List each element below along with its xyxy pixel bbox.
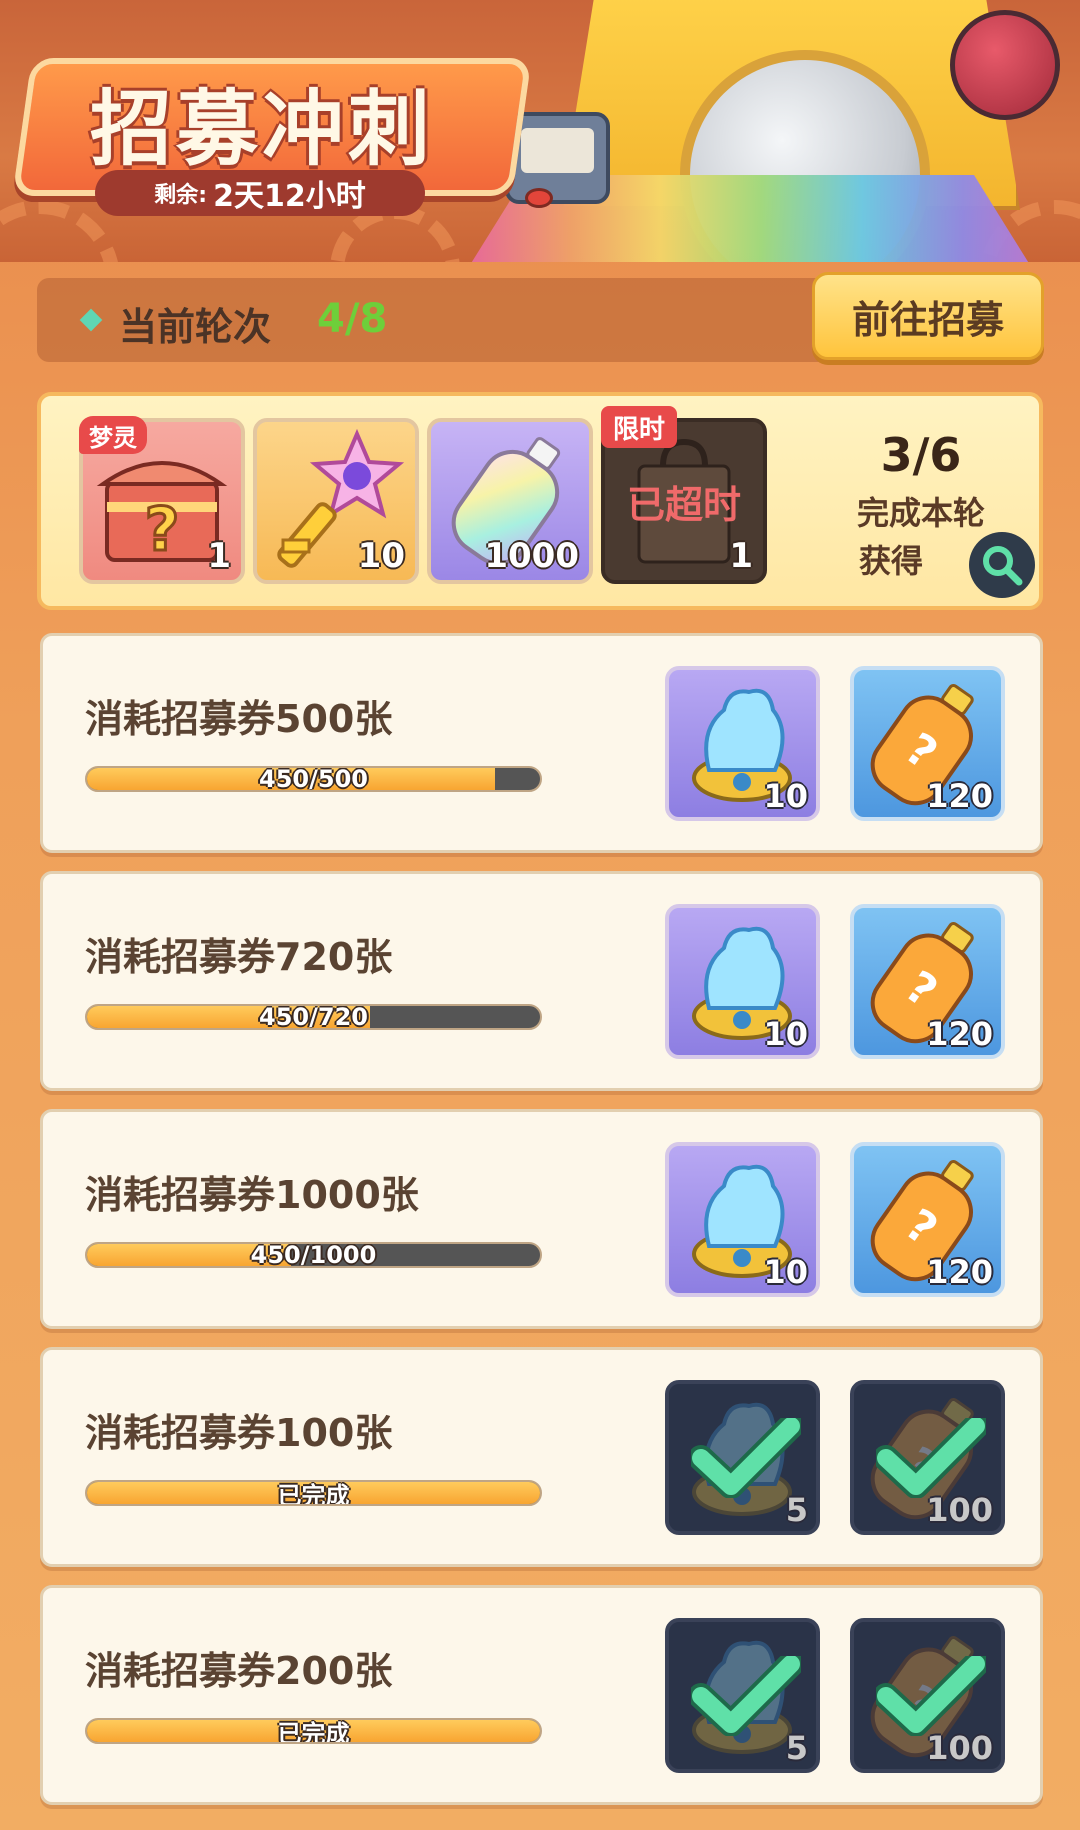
task-reward-count: 10 — [763, 1015, 808, 1053]
limited-time-tag: 限时 — [601, 406, 678, 448]
diamond-icon — [79, 308, 103, 332]
reward-count: 1 — [729, 536, 753, 576]
task-reward-count: 100 — [926, 1491, 993, 1529]
task-title: 消耗招募券100张 — [85, 1411, 393, 1455]
task-reward-count: 100 — [926, 1729, 993, 1767]
task-card: 消耗招募券1000张 450/1000 10 ? 120 — [40, 1109, 1043, 1329]
check-icon — [691, 1656, 801, 1736]
task-reward-spirit-core[interactable]: 10 — [665, 666, 820, 821]
magnifier-button[interactable] — [969, 532, 1035, 598]
task-progress-text: 已完成 — [277, 1481, 350, 1506]
task-title: 消耗招募券500张 — [85, 697, 393, 741]
task-reward-mystery-bottle[interactable]: ? 120 — [850, 1142, 1005, 1297]
task-progress-bar: 450/1000 — [85, 1242, 542, 1268]
reward-item-mystery-chest[interactable]: ? 梦灵 1 — [79, 416, 245, 584]
task-progress-text: 450/500 — [259, 766, 368, 792]
goto-recruit-button[interactable]: 前往招募 — [812, 272, 1044, 360]
task-card: 消耗招募券100张 已完成 5 ? 100 — [40, 1347, 1043, 1567]
task-progress-bar: 已完成 — [85, 1718, 542, 1744]
task-progress-text: 已完成 — [277, 1719, 350, 1744]
task-title: 消耗招募券200张 — [85, 1649, 393, 1693]
task-reward-count: 5 — [785, 1491, 808, 1529]
round-value: 4/8 — [317, 296, 388, 342]
task-reward-count: 5 — [785, 1729, 808, 1767]
reward-count: 10 — [357, 536, 405, 576]
task-reward-count: 120 — [926, 1015, 993, 1053]
task-reward-spirit-core[interactable]: 10 — [665, 904, 820, 1059]
svg-text:?: ? — [145, 495, 180, 565]
round-reward-panel: ? 梦灵 1 10 1000 限时 已超时 1 3/6 完成本轮 获得 — [37, 392, 1043, 610]
task-progress-text: 450/720 — [259, 1004, 368, 1030]
reward-count: 1 — [207, 536, 231, 576]
task-title: 消耗招募券720张 — [85, 935, 393, 979]
task-reward-count: 10 — [763, 777, 808, 815]
task-reward-mystery-bottle[interactable]: ? 120 — [850, 666, 1005, 821]
red-button-icon — [525, 188, 553, 208]
task-reward-count: 120 — [926, 777, 993, 815]
check-icon — [876, 1656, 986, 1736]
event-banner: 招募冲刺 剩余: 2天12小时 — [0, 0, 1080, 262]
claw-arm-icon — [950, 10, 1060, 120]
complete-round-label: 完成本轮 — [856, 494, 985, 532]
task-progress-text: 450/1000 — [250, 1242, 377, 1268]
task-progress-bar: 450/500 — [85, 766, 542, 792]
task-reward-spirit-core[interactable]: 5 — [665, 1380, 820, 1535]
task-progress-bar: 已完成 — [85, 1480, 542, 1506]
task-card: 消耗招募券500张 450/500 10 ? 120 — [40, 633, 1043, 853]
round-label: 当前轮次 — [119, 305, 272, 349]
task-reward-spirit-core[interactable]: 10 — [665, 1142, 820, 1297]
obtain-label: 获得 — [858, 542, 923, 580]
remaining-value: 2天12小时 — [213, 179, 366, 214]
reward-item-limited-bag[interactable]: 限时 已超时 1 — [601, 406, 767, 584]
event-title: 招募冲刺 — [90, 82, 435, 177]
task-reward-count: 120 — [926, 1253, 993, 1291]
task-title: 消耗招募券1000张 — [85, 1173, 419, 1217]
check-icon — [876, 1418, 986, 1498]
dream-spirit-tag: 梦灵 — [79, 416, 147, 454]
task-reward-mystery-bottle[interactable]: ? 100 — [850, 1380, 1005, 1535]
check-icon — [691, 1418, 801, 1498]
remaining-label: 剩余: — [154, 183, 208, 208]
remaining-time-pill: 剩余: 2天12小时 — [95, 170, 425, 216]
task-reward-spirit-core[interactable]: 5 — [665, 1618, 820, 1773]
task-reward-count: 10 — [763, 1253, 808, 1291]
search-icon — [983, 546, 1023, 586]
task-reward-mystery-bottle[interactable]: ? 120 — [850, 904, 1005, 1059]
task-reward-mystery-bottle[interactable]: ? 100 — [850, 1618, 1005, 1773]
reward-item-rainbow-bottle[interactable]: 1000 — [427, 418, 593, 584]
task-card: 消耗招募券720张 450/720 10 ? 120 — [40, 871, 1043, 1091]
round-reward-progress: 3/6 — [880, 428, 962, 482]
reward-count: 1000 — [484, 536, 579, 576]
task-card: 消耗招募券200张 已完成 5 ? 100 — [40, 1585, 1043, 1805]
reward-item-star-key[interactable]: 10 — [253, 418, 419, 584]
expired-label: 已超时 — [626, 483, 741, 527]
task-progress-bar: 450/720 — [85, 1004, 542, 1030]
